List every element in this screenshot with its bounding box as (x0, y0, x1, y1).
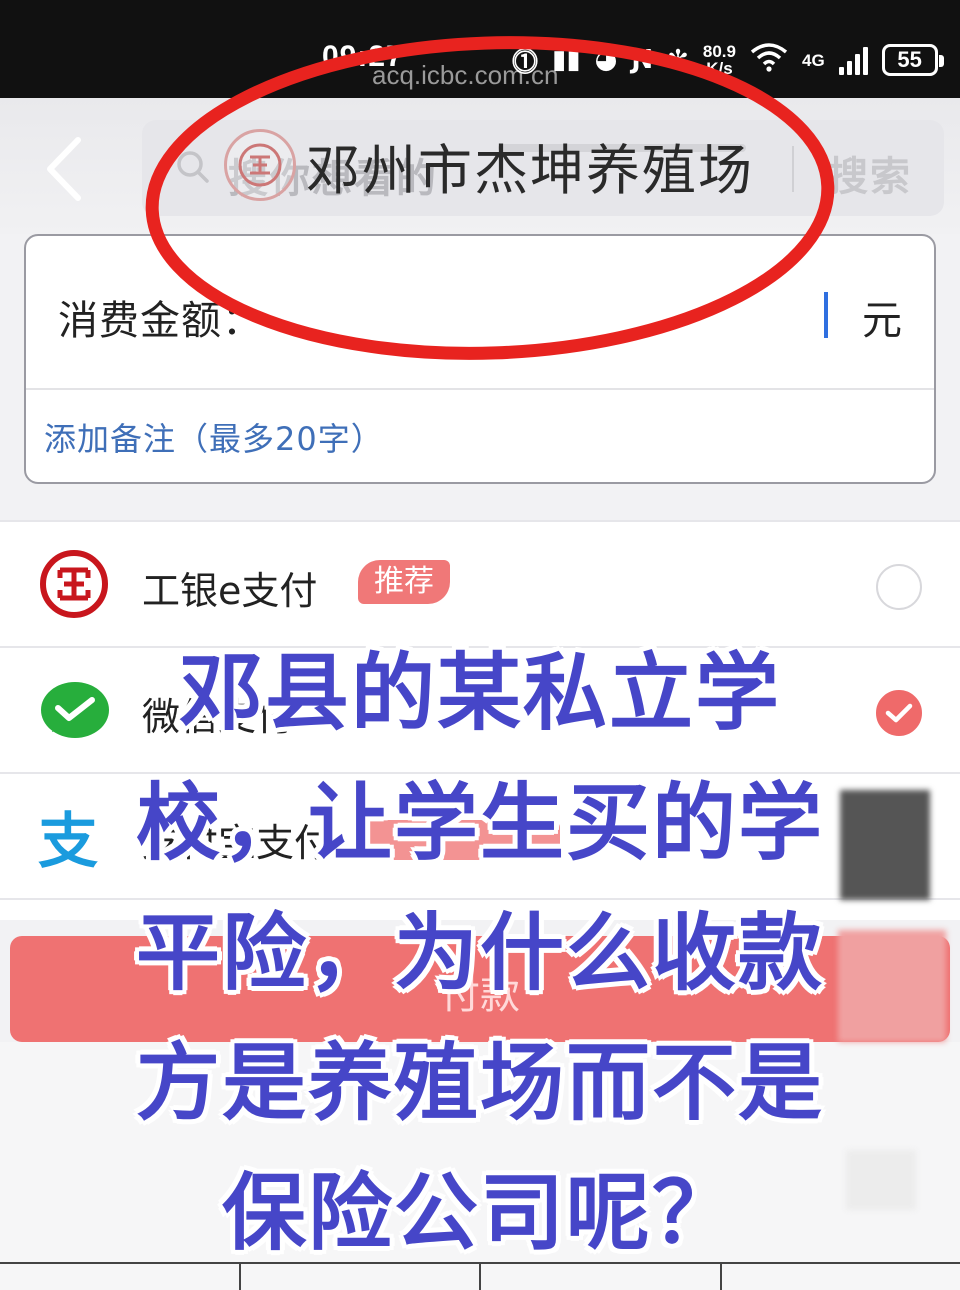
payment-option-label: 工银e支付 (142, 569, 318, 613)
status-icons: ⓵ ▮▮ ◕ Ɲ ✻ 80.9 K/s 4G 55 (512, 38, 944, 82)
amount-input[interactable] (824, 292, 828, 338)
search-icon (176, 150, 210, 188)
signal-type: 4G (801, 50, 825, 70)
currency-unit: 元 (862, 298, 902, 344)
caption-line: 保险公司呢？ (221, 1164, 738, 1262)
merchant-name: 邓州市杰坤养殖场 (306, 138, 754, 202)
payment-form-card: 消费金额： 元 添加备注（最多20字） (24, 234, 936, 484)
battery-icon: 55 (881, 44, 944, 76)
icbc-logo-icon (40, 550, 108, 618)
chevron-left-icon (47, 137, 81, 201)
page-header: 搜你想看的 搜索 邓州市杰坤养殖场 (0, 98, 960, 234)
caption-line: 方是养殖场而不是 (135, 1034, 824, 1132)
overlay-caption: 邓县的某私立学 校，让学生买的学 平险，为什么收款 方是养殖场而不是 保险公司呢… (0, 628, 960, 1278)
radio-button[interactable] (876, 564, 922, 610)
amount-label: 消费金额： (58, 298, 263, 344)
merchant-logo-icon (224, 129, 296, 201)
caption-line: 邓县的某私立学 (178, 644, 781, 742)
bluetooth-icon: ✻ (667, 45, 689, 75)
merchant-info: 邓州市杰坤养殖场 (224, 126, 754, 204)
nfc-n-icon: Ɲ (631, 45, 654, 75)
recommend-badge: 推荐 (358, 560, 450, 604)
wifi-icon (750, 42, 788, 79)
sim-icon: ▮▮ (552, 45, 581, 75)
caption-line: 校，让学生买的学 (135, 774, 824, 872)
signal-bars-icon (838, 45, 868, 75)
location-icon: ◕ (594, 45, 618, 75)
search-divider (792, 146, 794, 192)
divider (26, 388, 934, 390)
caption-line: 平险，为什么收款 (135, 904, 824, 1002)
search-button[interactable]: 搜索 (828, 144, 912, 202)
remark-field[interactable]: 添加备注（最多20字） (44, 414, 384, 460)
nfc-icon: ⓵ (512, 47, 539, 78)
back-button[interactable] (38, 134, 98, 204)
network-speed: 80.9 K/s (702, 42, 736, 78)
status-bar: 09:27 acq.icbc.com.cn ⓵ ▮▮ ◕ Ɲ ✻ 80.9 K/s… (0, 0, 960, 98)
